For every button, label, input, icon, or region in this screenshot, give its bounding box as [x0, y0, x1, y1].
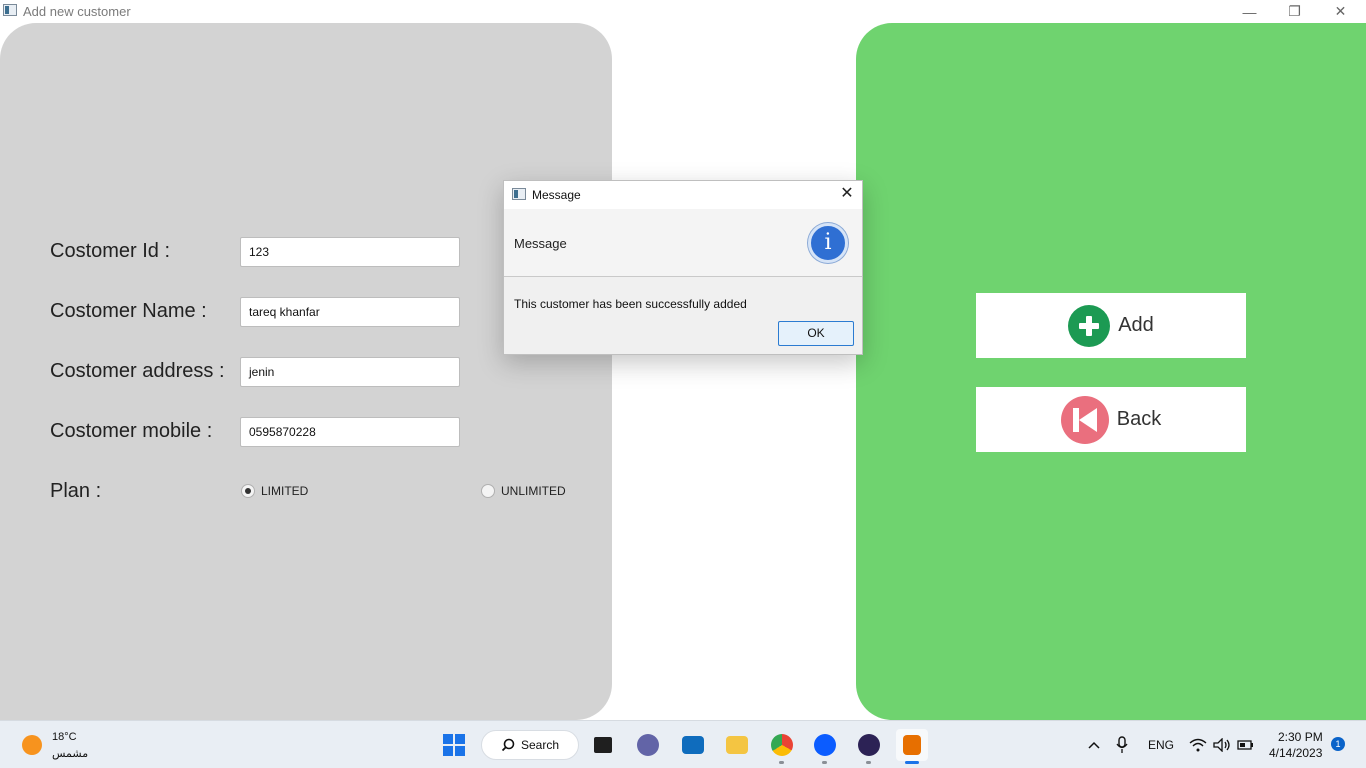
dialog-message: This customer has been successfully adde… — [514, 297, 747, 311]
search-icon — [501, 738, 515, 752]
message-dialog: Message ✕ Message i This customer has be… — [503, 180, 863, 355]
file-explorer-button[interactable] — [721, 729, 753, 761]
dialog-title: Message — [532, 188, 581, 202]
eclipse-icon — [858, 734, 880, 756]
zoom-running-indicator — [822, 761, 827, 764]
dialog-app-icon — [512, 188, 526, 200]
plan-unlimited-label: UNLIMITED — [501, 484, 566, 498]
taskbar-search[interactable]: Search — [481, 730, 579, 760]
chrome-running-indicator — [779, 761, 784, 764]
chrome-button[interactable] — [766, 729, 798, 761]
chrome-icon — [771, 734, 793, 756]
customer-address-label: Costomer address : — [50, 360, 225, 382]
weather-temperature[interactable]: 18°C — [52, 731, 77, 743]
eclipse-button[interactable] — [853, 729, 885, 761]
customer-id-label: Costomer Id : — [50, 240, 171, 262]
plus-circle-icon — [1068, 304, 1111, 347]
search-label: Search — [520, 738, 560, 752]
close-button[interactable]: ✕ — [1318, 0, 1363, 23]
clock-time[interactable]: 2:30 PM — [1278, 730, 1323, 744]
minimize-button[interactable]: — — [1227, 0, 1272, 23]
language-indicator[interactable]: ENG — [1148, 738, 1174, 752]
dialog-close-button[interactable]: ✕ — [838, 185, 856, 203]
customer-mobile-input[interactable]: 0595870228 — [240, 417, 460, 447]
chevron-up-icon — [1088, 741, 1100, 749]
plan-limited-label: LIMITED — [261, 484, 309, 498]
microphone-icon — [1116, 736, 1128, 753]
chat-icon — [637, 734, 659, 756]
weather-condition[interactable]: مشمس — [52, 747, 88, 760]
add-button-label: Add — [1118, 314, 1154, 336]
info-icon: i — [808, 223, 848, 263]
mail-icon — [682, 736, 704, 754]
radio-unselected-indicator — [481, 484, 495, 498]
plan-unlimited-radio[interactable]: UNLIMITED — [481, 484, 566, 498]
folder-icon — [726, 736, 748, 754]
zoom-button[interactable] — [809, 729, 841, 761]
windows-logo-icon — [443, 734, 465, 756]
sun-icon[interactable] — [22, 735, 42, 755]
wifi-icon — [1189, 738, 1207, 752]
ok-button[interactable]: OK — [778, 321, 854, 346]
battery-button[interactable] — [1230, 729, 1262, 761]
taskbar: 18°C مشمس Search ENG 2:30 PM 4/14/2023 1 — [0, 720, 1366, 768]
speaker-icon — [1213, 738, 1230, 752]
start-button[interactable] — [438, 729, 470, 761]
back-button[interactable]: Back — [976, 387, 1246, 452]
customer-id-input[interactable]: 123 — [240, 237, 460, 267]
customer-mobile-label: Costomer mobile : — [50, 420, 213, 442]
window-titlebar: Add new customer — ❐ ✕ — [0, 0, 1366, 23]
restore-button[interactable]: ❐ — [1272, 0, 1317, 23]
eclipse-running-indicator — [866, 761, 871, 764]
java-app-button[interactable] — [896, 729, 928, 761]
task-view-button[interactable] — [587, 729, 619, 761]
battery-icon — [1237, 740, 1253, 750]
plan-label: Plan : — [50, 480, 102, 502]
dialog-titlebar: Message ✕ — [504, 181, 862, 209]
clock-date[interactable]: 4/14/2023 — [1269, 746, 1322, 760]
plan-limited-radio[interactable]: LIMITED — [241, 484, 308, 498]
customer-address-input[interactable]: jenin — [240, 357, 460, 387]
dialog-header: Message i — [504, 209, 862, 277]
radio-selected-indicator — [241, 484, 255, 498]
java-icon — [903, 735, 921, 755]
dialog-header-text: Message — [514, 236, 567, 251]
teams-chat-button[interactable] — [632, 729, 664, 761]
task-view-icon — [594, 737, 612, 753]
back-button-label: Back — [1116, 408, 1162, 430]
actions-panel — [856, 23, 1366, 720]
notification-badge[interactable]: 1 — [1331, 737, 1345, 751]
microphone-button[interactable] — [1106, 729, 1138, 761]
app-icon — [3, 4, 17, 16]
customer-name-label: Costomer Name : — [50, 300, 207, 322]
mail-button[interactable] — [677, 729, 709, 761]
java-active-indicator — [905, 761, 919, 764]
zoom-icon — [814, 734, 836, 756]
skip-back-icon — [1060, 395, 1109, 444]
add-button[interactable]: Add — [976, 293, 1246, 358]
window-title: Add new customer — [23, 4, 131, 19]
customer-name-input[interactable]: tareq khanfar — [240, 297, 460, 327]
